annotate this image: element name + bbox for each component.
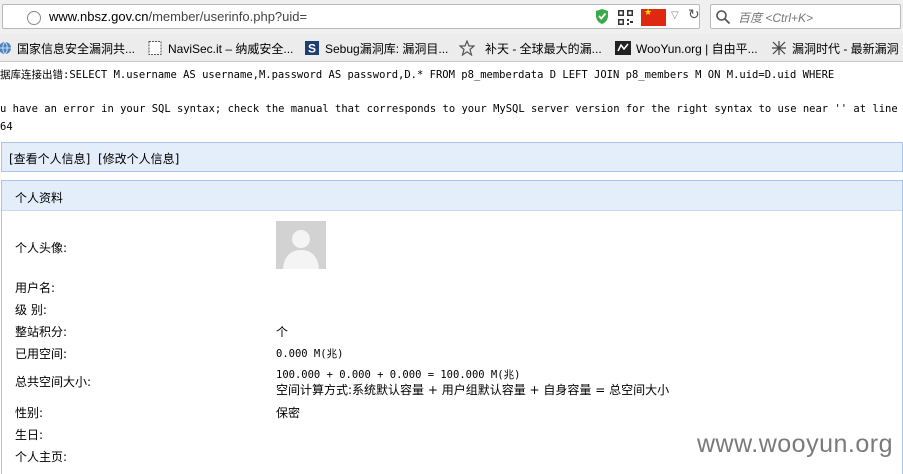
total-space-label: 总共空间大小:	[15, 375, 92, 389]
bookmarks-toolbar: 国家信息安全漏洞共... NaviSec.it – 纳威安全... S Sebu…	[0, 34, 903, 62]
avatar-label: 个人头像:	[15, 241, 68, 255]
china-flag-icon[interactable]: ★	[641, 8, 666, 26]
level-label: 级 别:	[15, 303, 47, 317]
globe-icon	[27, 11, 41, 25]
profile-panel-header: 个人资料	[2, 181, 902, 211]
points-label: 整站积分:	[15, 325, 68, 339]
bookmark-label: 国家信息安全漏洞共...	[17, 42, 136, 56]
search-bar[interactable]: 百度 <Ctrl+K>	[710, 4, 901, 29]
qr-code-icon[interactable]	[618, 9, 633, 26]
sql-error-code: 64	[0, 121, 13, 133]
bookmark-label: WooYun.org | 自由平...	[636, 42, 758, 56]
navigation-toolbar: www.nbsz.gov.cn/member/userinfo.php?uid=…	[0, 0, 903, 34]
bug-icon	[772, 41, 786, 55]
svg-text:S: S	[308, 42, 316, 56]
edit-profile-link[interactable]: [修改个人信息]	[98, 150, 179, 167]
url-text[interactable]: www.nbsz.gov.cn/member/userinfo.php?uid=	[49, 9, 307, 24]
bookmark-label: 补天 - 全球最大的漏...	[485, 42, 602, 56]
avatar	[276, 221, 326, 269]
space-formula-note: 空间计算方式:系统默认容量 + 用户组默认容量 + 自身容量 = 总空间大小	[276, 383, 670, 397]
url-host: www.nbsz.gov.cn	[49, 9, 149, 24]
total-space-value: 100.000 + 0.000 + 0.000 = 100.000 M(兆)	[276, 369, 521, 381]
star-icon	[459, 40, 475, 56]
points-value: 个	[276, 325, 289, 339]
sql-error-message: u have an error in your SQL syntax; chec…	[0, 103, 903, 115]
wooyun-icon	[615, 41, 631, 55]
sql-error-query: 据库连接出错:SELECT M.username AS username,M.p…	[0, 69, 835, 81]
chevron-down-icon[interactable]: ▽	[671, 10, 679, 27]
used-space-label: 已用空间:	[15, 347, 68, 361]
search-placeholder: 百度 <Ctrl+K>	[738, 11, 814, 25]
watermark: www.wooyun.org	[697, 430, 893, 458]
username-label: 用户名:	[15, 281, 56, 295]
used-space-value: 0.000 M(兆)	[276, 348, 344, 360]
bookmark-label: NaviSec.it – 纳威安全...	[168, 42, 294, 56]
gender-value: 保密	[276, 406, 301, 420]
globe-icon	[0, 41, 11, 55]
search-icon	[716, 10, 731, 25]
default-avatar-icon	[276, 221, 326, 269]
bookmark-label: 漏洞时代 - 最新漏洞	[792, 42, 899, 56]
gender-label: 性别:	[15, 406, 44, 420]
profile-panel-title: 个人资料	[15, 191, 64, 205]
address-bar[interactable]: www.nbsz.gov.cn/member/userinfo.php?uid=…	[2, 4, 700, 29]
view-profile-link[interactable]: [查看个人信息]	[9, 150, 90, 167]
reload-icon[interactable]: ↻	[688, 7, 700, 24]
bookmark-label: Sebug漏洞库: 漏洞目...	[325, 42, 449, 56]
profile-links-bar: [查看个人信息] [修改个人信息]	[1, 142, 903, 172]
shield-check-icon[interactable]	[595, 8, 609, 25]
page-icon	[148, 41, 162, 55]
url-path: /member/userinfo.php?uid=	[148, 9, 308, 24]
s-logo-icon: S	[305, 41, 319, 56]
homepage-label: 个人主页:	[15, 450, 68, 464]
birthday-label: 生日:	[15, 428, 44, 442]
